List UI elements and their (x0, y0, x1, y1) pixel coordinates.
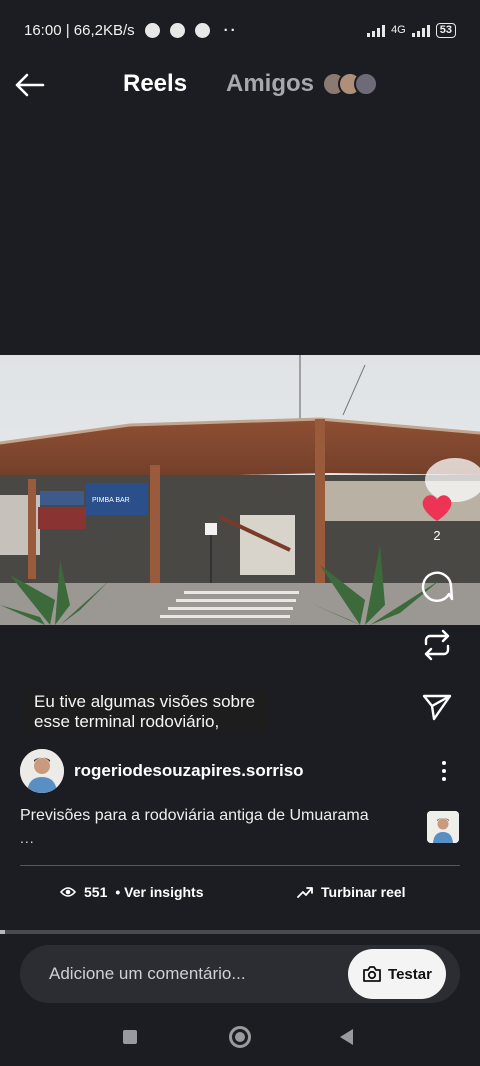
tab-friends[interactable]: Amigos (226, 70, 314, 98)
more-notifications-icon: ·· (223, 21, 238, 39)
recents-icon[interactable] (123, 1030, 137, 1044)
repost-icon (424, 629, 450, 661)
remix-button[interactable] (417, 625, 457, 665)
like-count: 2 (433, 528, 441, 543)
boost-reel-button[interactable]: Turbinar reel (297, 884, 406, 900)
network-type: 4G (391, 24, 406, 36)
insights-link[interactable]: 551 • Ver insights (60, 884, 204, 900)
terminal-photo: PIMBA BAR (0, 355, 480, 625)
more-options-icon[interactable] (436, 758, 452, 784)
caption-more[interactable]: ... (20, 830, 35, 846)
username[interactable]: rogeriodesouzapires.sorriso (74, 761, 304, 781)
messenger-icon (144, 22, 160, 38)
insights-label: • Ver insights (115, 884, 204, 900)
status-left: 16:00 | 66,2KB/s ·· (24, 22, 238, 39)
signal-icon (367, 23, 386, 37)
friend-avatars[interactable] (322, 72, 378, 96)
comment-bar: Adicione um comentário... Testar (20, 945, 460, 1003)
video-progress-bar[interactable] (0, 930, 480, 934)
signal-2-icon (411, 23, 430, 37)
audio-thumbnail[interactable] (427, 811, 459, 843)
comment-icon (421, 571, 454, 602)
divider (20, 865, 460, 866)
status-time-speed: 16:00 | 66,2KB/s (24, 21, 135, 39)
facebook-icon (194, 22, 210, 38)
share-button[interactable] (417, 687, 457, 727)
try-button[interactable]: Testar (348, 949, 446, 999)
comment-input[interactable]: Adicione um comentário... (49, 964, 246, 984)
bar-sign: PIMBA BAR (92, 497, 130, 504)
audio-avatar-image (427, 811, 459, 843)
subtitle-line: Eu tive algumas visões sobre (34, 692, 256, 711)
home-icon[interactable] (229, 1026, 251, 1048)
progress-fill (0, 930, 5, 934)
boost-label: Turbinar reel (321, 884, 406, 900)
avatar-image (20, 749, 64, 793)
system-back-icon[interactable] (340, 1029, 353, 1045)
trending-up-icon (297, 887, 313, 898)
subtitle-line: esse terminal rodoviário, (34, 712, 220, 731)
tab-reels[interactable]: Reels (123, 70, 187, 98)
comment-button[interactable] (417, 565, 457, 605)
chat-icon (169, 22, 185, 38)
like-button[interactable] (417, 488, 457, 528)
battery-level: 53 (435, 22, 456, 38)
avatar[interactable] (20, 749, 64, 793)
friend-avatar (354, 72, 378, 96)
reel-actions: 2 (412, 488, 462, 727)
video-subtitle: Eu tive algumas visões sobre esse termin… (22, 690, 268, 734)
status-right: 4G 53 (367, 22, 456, 38)
try-label: Testar (388, 965, 432, 983)
back-arrow-icon[interactable] (14, 72, 46, 98)
author-row: rogeriodesouzapires.sorriso (20, 748, 460, 794)
heart-icon (422, 495, 452, 521)
status-bar: 16:00 | 66,2KB/s ·· 4G 53 (0, 0, 480, 60)
top-nav: Reels Amigos (0, 60, 480, 110)
send-icon (422, 694, 452, 721)
reel-video[interactable]: PIMBA BAR (0, 355, 480, 625)
system-nav-bar (0, 1010, 480, 1066)
view-count: 551 (84, 884, 108, 900)
caption[interactable]: Previsões para a rodoviária antiga de Um… (20, 806, 420, 826)
camera-icon (363, 966, 381, 982)
eye-icon (60, 887, 76, 897)
